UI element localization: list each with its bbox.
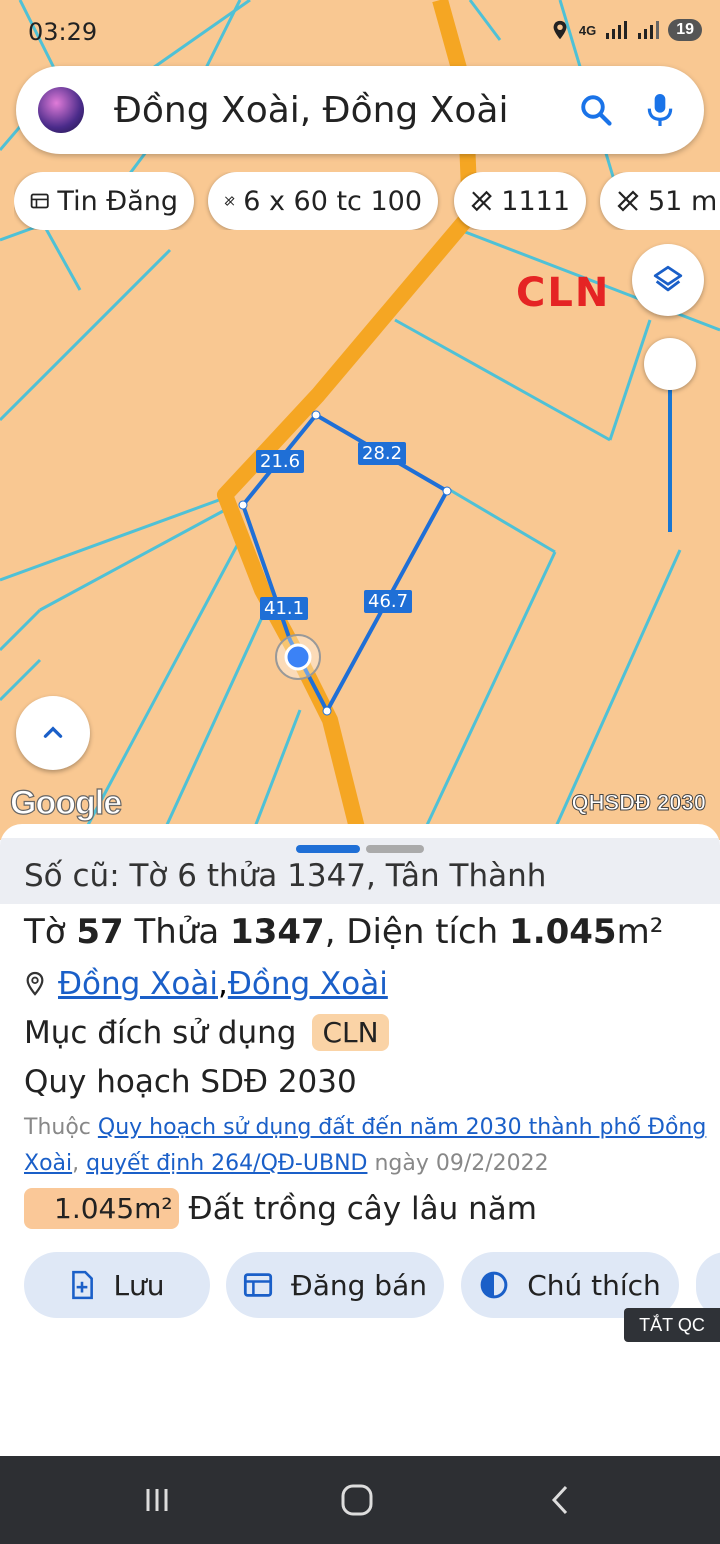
status-icons: 4G 19 — [549, 18, 702, 42]
chip-label: 51 m — [648, 185, 718, 217]
filter-chips: Tin Đăng 6 x 60 tc 100 1111 51 m — [14, 172, 720, 230]
microphone-icon[interactable] — [640, 90, 680, 130]
recent-apps-icon[interactable] — [132, 1480, 182, 1520]
signal-icon — [606, 21, 628, 39]
plan-title: Quy hoạch SDĐ 2030 — [24, 1064, 357, 1100]
chip-listings[interactable]: Tin Đăng — [14, 172, 194, 230]
land-purpose-badge: CLN — [312, 1014, 389, 1051]
chip-label: 6 x 60 tc 100 — [243, 185, 422, 217]
chip-measure-2[interactable]: 1111 — [454, 172, 586, 230]
chip-measure-3[interactable]: 51 m — [600, 172, 720, 230]
chip-measure-1[interactable]: 6 x 60 tc 100 — [208, 172, 438, 230]
listing-icon — [243, 1273, 273, 1297]
status-bar: 03:29 4G 19 — [0, 0, 720, 64]
search-bar[interactable]: Đồng Xoài, Đồng Xoài — [16, 66, 704, 154]
search-icon[interactable] — [576, 90, 616, 130]
sheet-drag-handle[interactable] — [296, 845, 360, 853]
area-chip: 1.045m² — [24, 1188, 179, 1229]
parcel-info-sheet: Số cũ: Tờ 6 thửa 1347, Tân Thành Tờ 57 T… — [0, 824, 720, 1456]
search-query[interactable]: Đồng Xoài, Đồng Xoài — [114, 90, 576, 131]
parcel-area: 1.045 — [509, 912, 617, 952]
add-file-icon — [72, 1270, 94, 1300]
area-description: Đất trồng cây lâu năm — [188, 1190, 537, 1227]
measure-icon — [617, 190, 639, 212]
status-time: 03:29 — [28, 18, 98, 46]
expand-up-button[interactable] — [16, 696, 90, 770]
decision-link[interactable]: quyết định 264/QĐ-UBND — [86, 1151, 367, 1176]
layers-button[interactable] — [632, 244, 704, 316]
location-pin-icon — [553, 20, 567, 40]
land-purpose-row: Mục đích sử dụng CLN — [24, 1014, 389, 1051]
parcel-summary: Tờ 57 Thửa 1347, Diện tích 1.045m² — [24, 912, 664, 952]
plot-number: 1347 — [230, 912, 325, 952]
chip-label: Tin Đăng — [57, 185, 178, 217]
plan-description: Thuộc Quy hoạch sử dụng đất đến năm 2030… — [24, 1115, 707, 1176]
location-line: Đồng Xoài, Đồng Xoài — [24, 966, 388, 1002]
measure-icon — [224, 196, 235, 206]
city-link[interactable]: Đồng Xoài — [228, 966, 388, 1002]
layers-icon — [653, 265, 683, 292]
avatar[interactable] — [38, 87, 84, 133]
opacity-slider-knob[interactable] — [644, 338, 696, 390]
edge-length-label: 28.2 — [358, 442, 407, 465]
location-pin-icon — [26, 971, 44, 996]
sheet-drag-handle-2[interactable] — [366, 845, 424, 853]
measure-icon — [471, 190, 492, 212]
old-record-row: Số cũ: Tờ 6 thửa 1347, Tân Thành — [0, 838, 720, 904]
network-type: 4G — [578, 22, 597, 38]
back-icon[interactable] — [536, 1480, 586, 1520]
signal-icon-2 — [638, 21, 660, 39]
edge-length-label: 41.1 — [260, 597, 309, 620]
area-row: 1.045m² Đất trồng cây lâu năm — [24, 1188, 537, 1229]
old-record-text: Số cũ: Tờ 6 thửa 1347, Tân Thành — [24, 858, 547, 894]
chevron-up-icon — [43, 726, 63, 738]
map-layer-label: QHSDĐ 2030 — [571, 790, 707, 816]
battery-indicator: 19 — [668, 19, 702, 41]
edge-length-label: 21.6 — [256, 450, 305, 473]
ward-link[interactable]: Đồng Xoài — [58, 966, 218, 1002]
google-attribution: Google — [9, 783, 122, 822]
home-icon[interactable] — [332, 1480, 382, 1520]
system-nav-bar — [0, 1456, 720, 1544]
contrast-icon — [480, 1271, 508, 1299]
current-location-dot — [284, 643, 312, 671]
edge-length-label: 46.7 — [364, 590, 413, 613]
listing-icon — [30, 193, 49, 209]
sheet-number: 57 — [76, 912, 124, 952]
disable-ads-button[interactable]: TẮT QC — [624, 1308, 720, 1342]
save-button[interactable]: Lưu — [24, 1252, 210, 1318]
chip-label: 1111 — [501, 185, 570, 217]
opacity-slider-track[interactable] — [668, 390, 672, 532]
post-sale-button[interactable]: Đăng bán — [226, 1252, 444, 1318]
land-use-label: CLN — [516, 270, 611, 316]
